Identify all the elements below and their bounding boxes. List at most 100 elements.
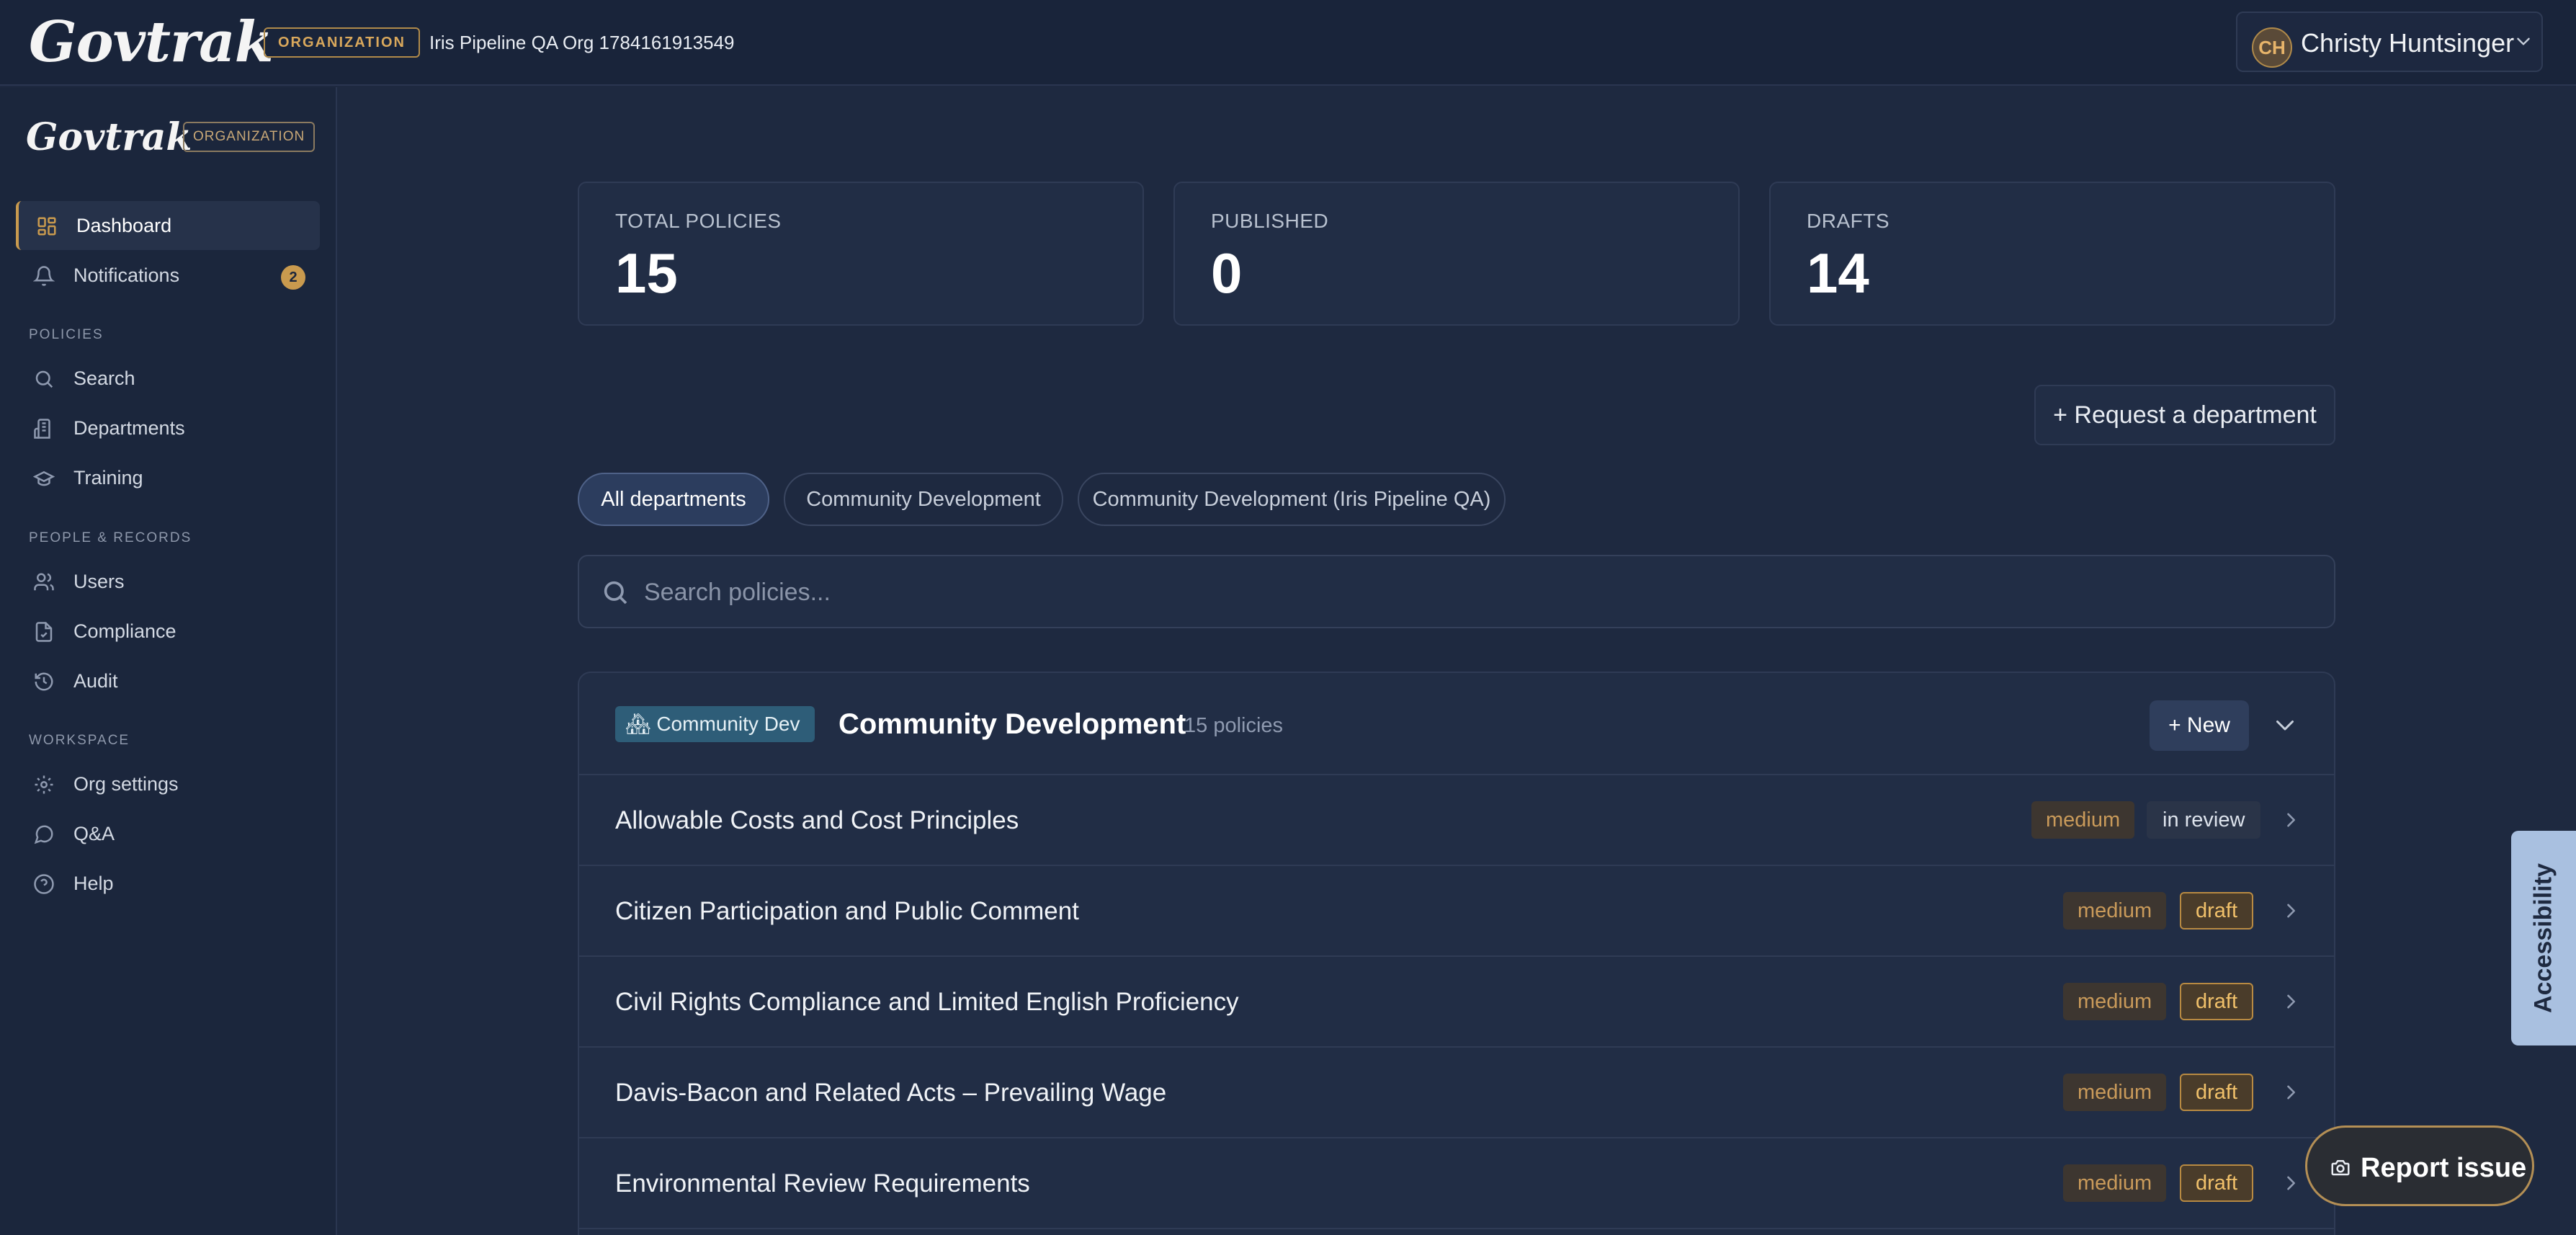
avatar: CH [2252, 27, 2292, 68]
request-department-button[interactable]: + Request a department [2034, 385, 2335, 445]
chevron-right-icon [2287, 994, 2295, 1009]
organization-badge: ORGANIZATION [264, 27, 420, 58]
report-issue-button[interactable]: Report issue [2305, 1125, 2534, 1206]
sidebar-item-label: Notifications [73, 264, 180, 286]
stat-label: TOTAL POLICIES [615, 210, 782, 232]
sidebar-item-label: Departments [73, 417, 185, 439]
status-badge: draft [2180, 892, 2254, 929]
report-issue-label: Report issue [2361, 1153, 2527, 1183]
policy-row[interactable]: Citizen Participation and Public Comment… [579, 866, 2334, 957]
stat-value: 14 [1807, 241, 1869, 305]
search-input[interactable] [644, 571, 2301, 614]
chat-bubble-icon [34, 825, 53, 844]
chevron-right-icon [2287, 1085, 2295, 1100]
chevron-right-icon [2287, 904, 2295, 918]
sidebar-item-search[interactable]: Search [16, 354, 320, 403]
sidebar-item-audit[interactable]: Audit [16, 656, 320, 705]
section-heading-policies: POLICIES [29, 327, 104, 342]
users-icon [34, 573, 54, 591]
sidebar-item-dashboard[interactable]: Dashboard [16, 201, 320, 250]
department-policy-count: 15 policies [1184, 714, 1284, 737]
stat-card-published: PUBLISHED 0 [1173, 182, 1740, 326]
sidebar: Govtrak ORGANIZATION Dashboard Notificat… [0, 87, 337, 1235]
clipboard-check-icon [35, 622, 53, 642]
sidebar-item-notifications[interactable]: Notifications 2 [16, 251, 320, 300]
status-badge: draft [2180, 983, 2254, 1020]
dashboard-icon [37, 217, 56, 236]
sidebar-item-org-settings[interactable]: Org settings [16, 759, 320, 808]
policy-title: Environmental Review Requirements [615, 1169, 1030, 1198]
chevron-right-icon [2287, 813, 2295, 827]
accessibility-label: Accessibility [2529, 863, 2557, 1013]
search-icon [604, 581, 627, 605]
sidebar-item-label: Users [73, 571, 125, 592]
filter-community-development[interactable]: Community Development [784, 473, 1063, 526]
priority-badge: medium [2063, 892, 2167, 929]
sidebar-organization-badge: ORGANIZATION [183, 122, 316, 152]
graduation-cap-icon [33, 471, 55, 486]
brand-logo[interactable]: Govtrak [29, 10, 274, 75]
policy-title: Davis-Bacon and Related Acts – Prevailin… [615, 1079, 1167, 1107]
history-icon [35, 672, 53, 691]
sidebar-item-training[interactable]: Training [16, 453, 320, 502]
status-badge: draft [2180, 1164, 2254, 1202]
house-icon: 🏘 [625, 713, 651, 735]
department-title: Community Development [838, 708, 1186, 740]
help-circle-icon [34, 874, 54, 894]
sidebar-item-label: Search [73, 367, 135, 389]
stat-card-drafts: DRAFTS 14 [1769, 182, 2335, 326]
sidebar-item-label: Audit [73, 670, 118, 692]
search-icon [35, 370, 53, 388]
chevron-down-icon[interactable] [2272, 712, 2298, 738]
priority-badge: medium [2063, 1164, 2167, 1202]
policy-row[interactable]: Environmental Review Requirements medium… [579, 1138, 2334, 1229]
user-menu-button[interactable]: CH Christy Huntsinger [2236, 12, 2543, 72]
section-heading-workspace: WORKSPACE [29, 733, 130, 748]
policy-title: Civil Rights Compliance and Limited Engl… [615, 988, 1239, 1016]
org-name: Iris Pipeline QA Org 1784161913549 [429, 32, 735, 53]
sidebar-item-label: Q&A [73, 823, 115, 844]
filter-community-development-iris[interactable]: Community Development (Iris Pipeline QA) [1078, 473, 1506, 526]
sidebar-item-users[interactable]: Users [16, 557, 320, 606]
gear-icon [35, 775, 53, 794]
new-policy-button[interactable]: + New [2150, 700, 2249, 751]
policy-search-box [578, 555, 2335, 628]
department-header[interactable]: 🏘 Community Dev Community Development 15… [579, 673, 2334, 775]
top-bar: Govtrak ORGANIZATION Iris Pipeline QA Or… [0, 0, 2576, 86]
sidebar-item-label: Help [73, 873, 114, 894]
chevron-down-icon [2517, 37, 2530, 45]
policy-title: Allowable Costs and Cost Principles [615, 806, 1019, 834]
notification-count-badge: 2 [281, 265, 305, 290]
sidebar-item-departments[interactable]: Departments [16, 404, 320, 452]
filter-all-departments[interactable]: All departments [578, 473, 769, 526]
camera-icon [2331, 1160, 2350, 1176]
building-icon [34, 419, 50, 439]
policy-row[interactable]: Davis-Bacon and Related Acts – Prevailin… [579, 1048, 2334, 1138]
sidebar-item-help[interactable]: Help [16, 859, 320, 908]
stat-value: 0 [1211, 241, 1243, 305]
sidebar-item-compliance[interactable]: Compliance [16, 607, 320, 656]
bell-icon [33, 266, 55, 286]
sidebar-item-label: Training [73, 467, 143, 489]
priority-badge: medium [2063, 1074, 2167, 1111]
user-name: Christy Huntsinger [2301, 28, 2515, 58]
status-badge: draft [2180, 1074, 2254, 1111]
department-panel: 🏘 Community Dev Community Development 15… [578, 672, 2335, 1235]
priority-badge: medium [2063, 983, 2167, 1020]
stat-card-total-policies: TOTAL POLICIES 15 [578, 182, 1144, 326]
accessibility-tab[interactable]: Accessibility [2511, 831, 2576, 1045]
sidebar-brand-logo[interactable]: Govtrak [26, 116, 192, 159]
department-tag: 🏘 Community Dev [615, 706, 815, 742]
sidebar-item-qa[interactable]: Q&A [16, 809, 320, 858]
policy-row[interactable]: Civil Rights Compliance and Limited Engl… [579, 957, 2334, 1048]
priority-badge: medium [2031, 801, 2135, 839]
chevron-right-icon [2287, 1176, 2295, 1190]
status-badge: in review [2147, 801, 2261, 839]
department-tag-label: Community Dev [656, 713, 800, 735]
sidebar-item-label: Org settings [73, 773, 179, 795]
stat-value: 15 [615, 241, 678, 305]
policy-title: Citizen Participation and Public Comment [615, 897, 1079, 925]
policy-row[interactable]: Allowable Costs and Cost Principles medi… [579, 775, 2334, 866]
sidebar-item-label: Compliance [73, 620, 176, 642]
sidebar-item-label: Dashboard [76, 215, 172, 236]
